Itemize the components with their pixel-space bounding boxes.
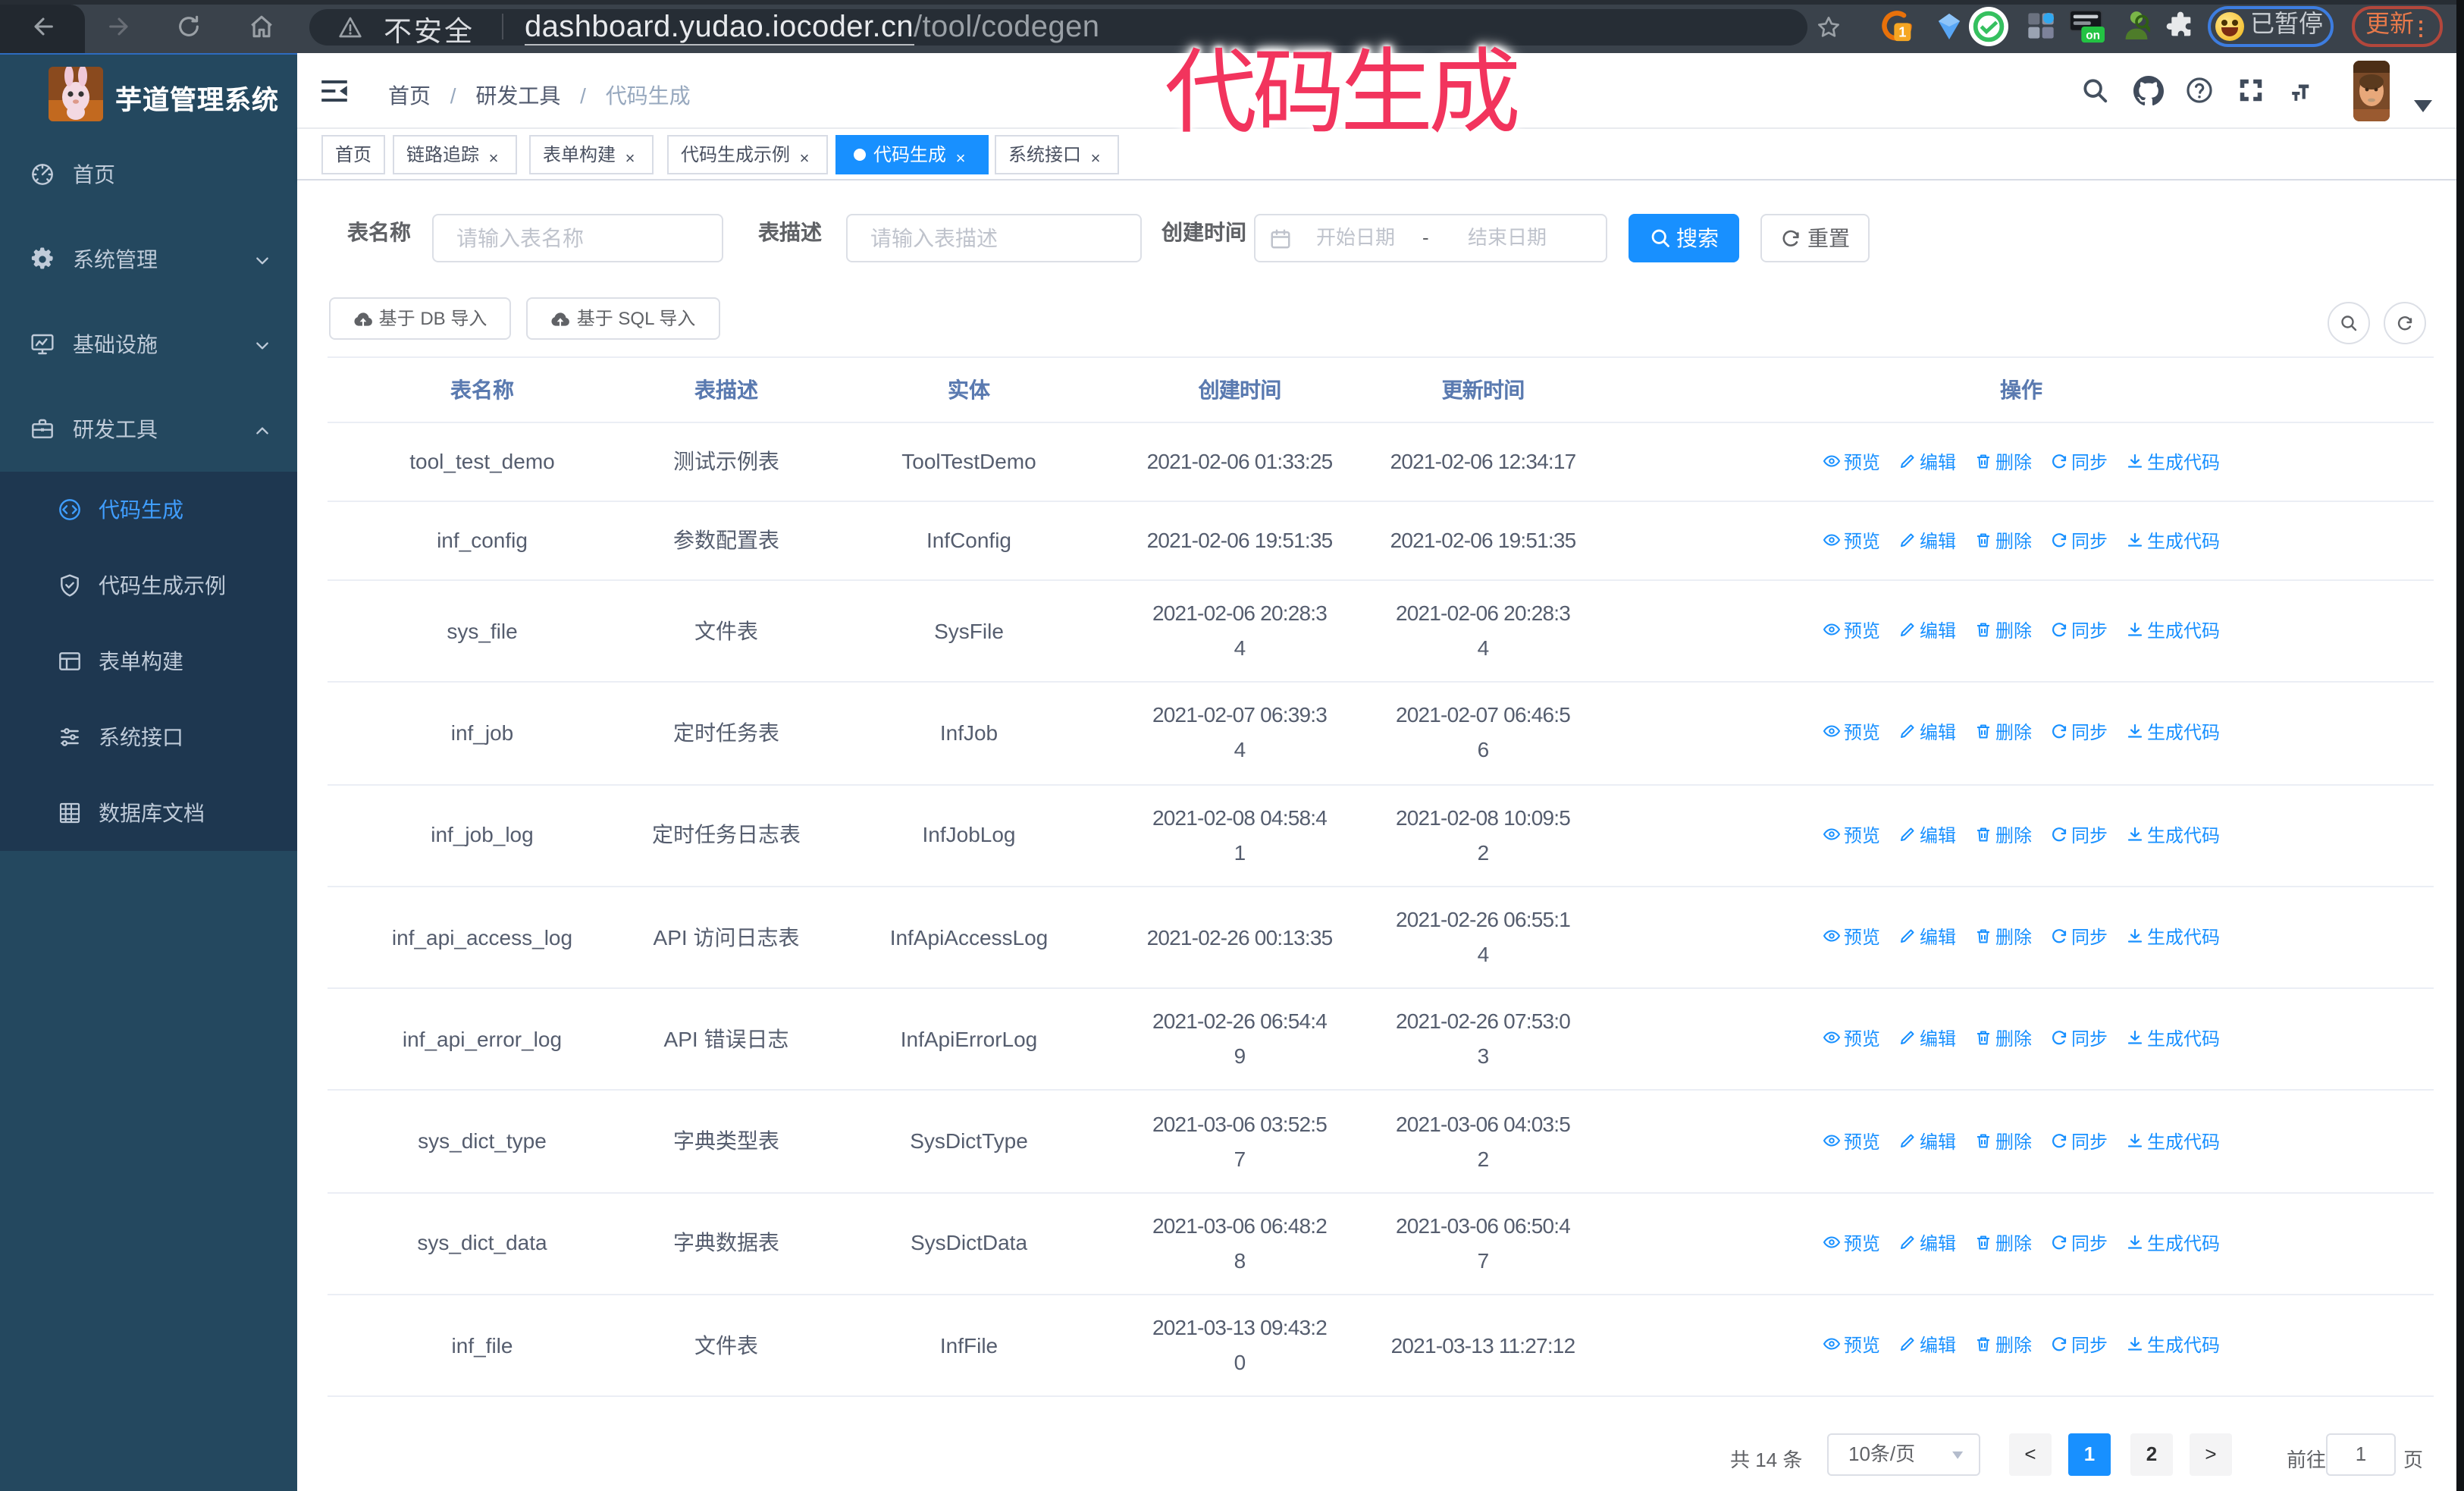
svg-text:on: on	[2086, 29, 2100, 42]
svg-text:1: 1	[1898, 24, 1906, 40]
